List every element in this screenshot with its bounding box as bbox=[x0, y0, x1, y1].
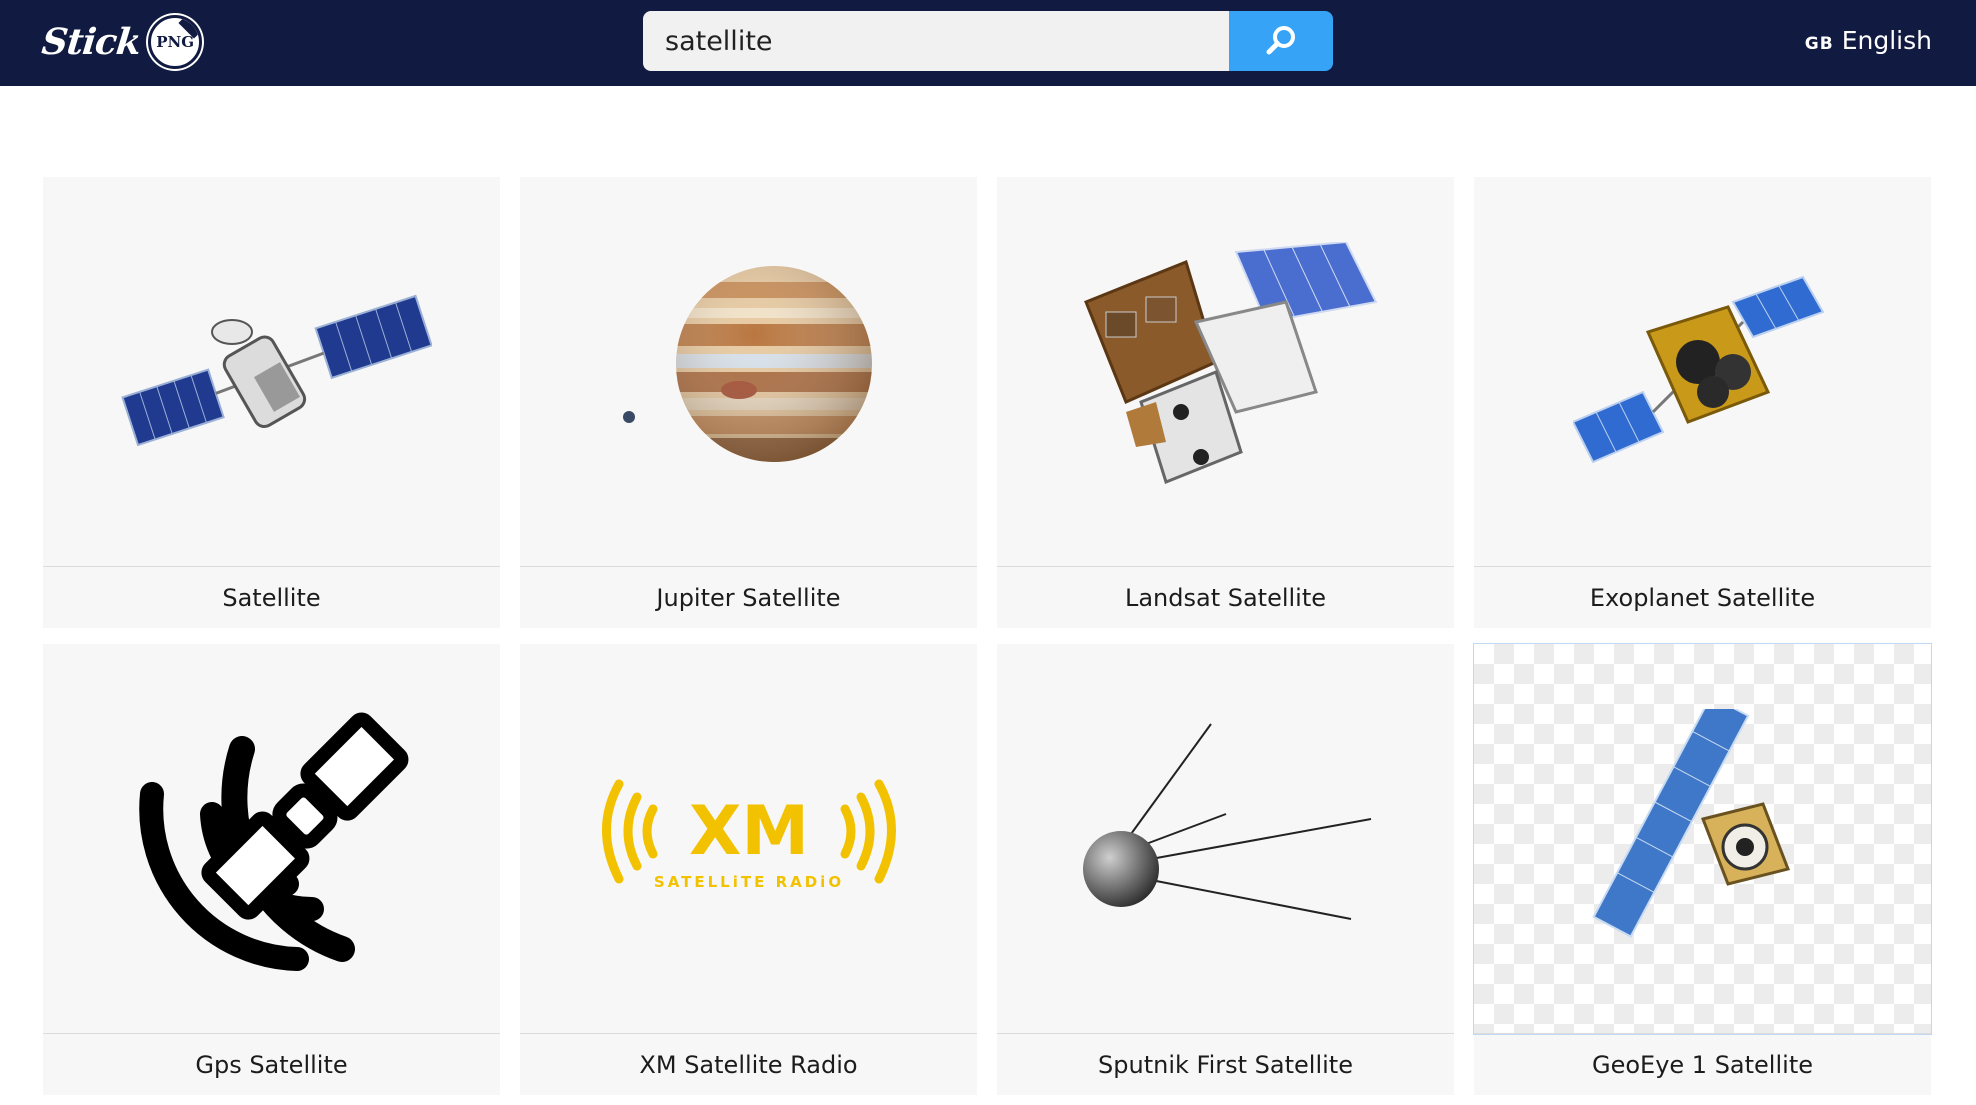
result-thumbnail bbox=[1474, 177, 1931, 567]
gps-satellite-icon bbox=[138, 712, 408, 971]
result-card[interactable]: GeoEye 1 Satellite bbox=[1473, 643, 1932, 1095]
search-bar bbox=[643, 11, 1333, 71]
language-flag: GB bbox=[1804, 34, 1834, 54]
xm-satellite-radio-logo: XM SATELLiTE RADiO bbox=[601, 779, 896, 891]
result-thumbnail bbox=[43, 177, 500, 567]
result-thumbnail bbox=[1473, 643, 1932, 1035]
results-grid: Satellite Jupiter Satellite Landsat Sate… bbox=[43, 177, 1933, 1095]
result-title: Jupiter Satellite bbox=[656, 583, 841, 612]
logo-badge: PNG bbox=[148, 15, 203, 69]
logo-wordmark: Stick bbox=[39, 21, 143, 63]
result-title: Satellite bbox=[222, 583, 321, 612]
xm-logo-subtext: SATELLiTE RADiO bbox=[653, 873, 843, 891]
result-thumbnail bbox=[43, 644, 500, 1034]
top-navigation-bar: Stick PNG GB English bbox=[0, 0, 1976, 86]
result-card[interactable]: Satellite bbox=[43, 177, 500, 628]
language-selector[interactable]: GB English bbox=[1805, 26, 1932, 55]
result-card[interactable]: Gps Satellite bbox=[43, 644, 500, 1095]
result-card[interactable]: XM SATELLiTE RADiO XM Satellite Radio bbox=[520, 644, 977, 1095]
search-input[interactable] bbox=[643, 11, 1229, 71]
site-logo[interactable]: Stick PNG bbox=[39, 12, 203, 72]
geoeye-satellite-icon bbox=[1591, 708, 1790, 938]
result-thumbnail bbox=[997, 644, 1454, 1034]
result-title: Exoplanet Satellite bbox=[1589, 583, 1816, 612]
result-thumbnail bbox=[997, 177, 1454, 567]
landsat-satellite-icon bbox=[1083, 241, 1377, 484]
result-title: Landsat Satellite bbox=[1124, 583, 1327, 612]
result-card[interactable]: Jupiter Satellite bbox=[520, 177, 977, 628]
xm-logo-text: XM bbox=[688, 792, 808, 871]
search-button[interactable] bbox=[1229, 11, 1333, 71]
logo-badge-text: PNG bbox=[156, 33, 195, 51]
result-thumbnail: XM SATELLiTE RADiO bbox=[520, 644, 977, 1034]
result-title: Gps Satellite bbox=[195, 1050, 348, 1079]
exoplanet-satellite-icon bbox=[1572, 275, 1824, 463]
sputnik-icon bbox=[1082, 722, 1371, 920]
satellite-icon bbox=[120, 294, 432, 446]
result-thumbnail bbox=[520, 177, 977, 567]
result-card[interactable]: Exoplanet Satellite bbox=[1474, 177, 1931, 628]
result-title: XM Satellite Radio bbox=[639, 1050, 858, 1079]
result-title: GeoEye 1 Satellite bbox=[1591, 1050, 1813, 1079]
result-card[interactable]: Landsat Satellite bbox=[997, 177, 1454, 628]
search-icon bbox=[1266, 26, 1295, 55]
result-card[interactable]: Sputnik First Satellite bbox=[997, 644, 1454, 1095]
language-label: English bbox=[1841, 26, 1932, 55]
jupiter-icon bbox=[622, 265, 872, 462]
result-title: Sputnik First Satellite bbox=[1098, 1050, 1353, 1079]
